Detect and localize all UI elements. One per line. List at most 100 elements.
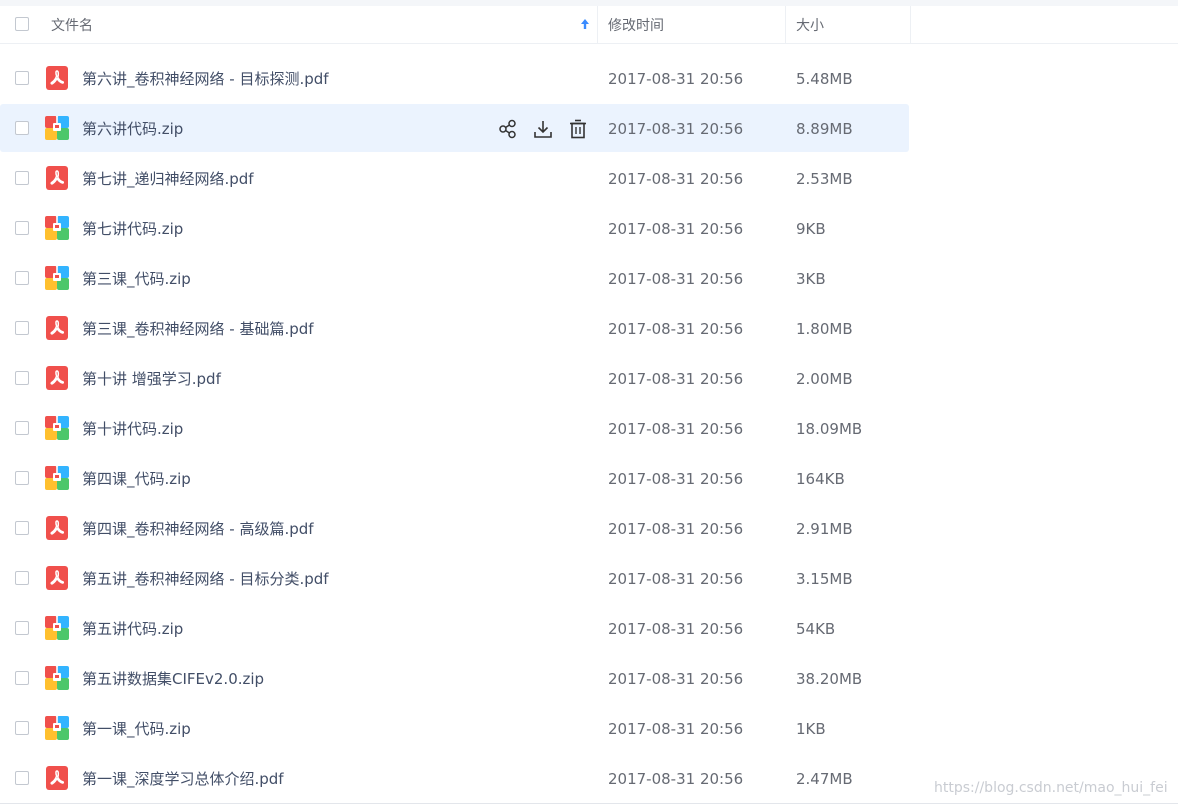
delete-icon[interactable] [567, 118, 589, 140]
file-row[interactable]: 第五讲代码.zip 2017-08-31 20:56 54KB [0, 604, 1178, 654]
pdf-file-icon [46, 316, 68, 340]
file-name[interactable]: 第四课_代码.zip [82, 454, 191, 504]
file-modified-time: 2017-08-31 20:56 [608, 720, 744, 738]
file-row[interactable]: 第三课_代码.zip 2017-08-31 20:56 3KB [0, 254, 1178, 304]
file-row[interactable]: 第五讲数据集CIFEv2.0.zip 2017-08-31 20:56 38.20M… [0, 654, 1178, 704]
file-row[interactable]: 第七讲代码.zip 2017-08-31 20:56 9KB [0, 204, 1178, 254]
file-name[interactable]: 第六讲_卷积神经网络 - 目标探测.pdf [82, 54, 329, 104]
file-row[interactable]: 第一课_深度学习总体介绍.pdf 2017-08-31 20:56 2.47MB [0, 754, 1178, 804]
watermark: https://blog.csdn.net/mao_hui_fei [934, 780, 1168, 796]
file-name[interactable]: 第三课_卷积神经网络 - 基础篇.pdf [82, 304, 314, 354]
file-name[interactable]: 第六讲代码.zip [82, 104, 183, 154]
row-checkbox[interactable] [15, 771, 29, 785]
file-name[interactable]: 第十讲 增强学习.pdf [82, 354, 221, 404]
zip-file-icon [45, 716, 69, 740]
zip-file-icon [45, 666, 69, 690]
file-name[interactable]: 第五讲代码.zip [82, 604, 183, 654]
file-modified-time: 2017-08-31 20:56 [608, 570, 744, 588]
table-header: 文件名 修改时间 大小 [0, 6, 1178, 44]
file-size: 3.15MB [796, 570, 853, 588]
sort-ascending-icon[interactable] [579, 16, 591, 32]
file-size: 1.80MB [796, 320, 853, 338]
file-row[interactable]: 第七讲_递归神经网络.pdf 2017-08-31 20:56 2.53MB [0, 154, 1178, 204]
row-checkbox[interactable] [15, 271, 29, 285]
download-icon[interactable] [532, 118, 554, 140]
row-checkbox[interactable] [15, 371, 29, 385]
zip-file-icon [45, 466, 69, 490]
file-size: 2.47MB [796, 770, 853, 788]
pdf-file-icon [46, 766, 68, 790]
column-divider [910, 6, 911, 43]
file-name[interactable]: 第七讲_递归神经网络.pdf [82, 154, 254, 204]
pdf-file-icon [46, 166, 68, 190]
file-name[interactable]: 第十讲代码.zip [82, 404, 183, 454]
file-modified-time: 2017-08-31 20:56 [608, 620, 744, 638]
row-checkbox[interactable] [15, 721, 29, 735]
file-name[interactable]: 第四课_卷积神经网络 - 高级篇.pdf [82, 504, 314, 554]
file-modified-time: 2017-08-31 20:56 [608, 70, 744, 88]
row-actions [497, 118, 589, 140]
row-checkbox[interactable] [15, 221, 29, 235]
file-modified-time: 2017-08-31 20:56 [608, 370, 744, 388]
file-row[interactable]: 第四课_代码.zip 2017-08-31 20:56 164KB [0, 454, 1178, 504]
file-size: 18.09MB [796, 420, 863, 438]
file-size: 164KB [796, 470, 845, 488]
pdf-file-icon [46, 366, 68, 390]
file-name[interactable]: 第七讲代码.zip [82, 204, 183, 254]
column-header-time[interactable]: 修改时间 [608, 6, 664, 43]
file-row[interactable]: 第十讲代码.zip 2017-08-31 20:56 18.09MB [0, 404, 1178, 454]
file-row[interactable]: 第三课_卷积神经网络 - 基础篇.pdf 2017-08-31 20:56 1.80… [0, 304, 1178, 354]
file-row[interactable]: 第四课_卷积神经网络 - 高级篇.pdf 2017-08-31 20:56 2.91… [0, 504, 1178, 554]
row-checkbox[interactable] [15, 321, 29, 335]
column-divider [785, 6, 786, 43]
row-checkbox[interactable] [15, 521, 29, 535]
pdf-file-icon [46, 66, 68, 90]
file-modified-time: 2017-08-31 20:56 [608, 470, 744, 488]
file-size: 8.89MB [796, 120, 853, 138]
file-size: 3KB [796, 270, 826, 288]
file-modified-time: 2017-08-31 20:56 [608, 520, 744, 538]
file-name[interactable]: 第三课_代码.zip [82, 254, 191, 304]
row-checkbox[interactable] [15, 571, 29, 585]
file-row[interactable]: 第六讲代码.zip 2017-08-31 20:56 8.89MB [0, 104, 1178, 154]
file-modified-time: 2017-08-31 20:56 [608, 320, 744, 338]
file-size: 1KB [796, 720, 826, 738]
row-checkbox[interactable] [15, 421, 29, 435]
zip-file-icon [45, 116, 69, 140]
file-modified-time: 2017-08-31 20:56 [608, 270, 744, 288]
file-row[interactable]: 第六讲_卷积神经网络 - 目标探测.pdf 2017-08-31 20:56 5.4… [0, 54, 1178, 104]
zip-file-icon [45, 616, 69, 640]
file-modified-time: 2017-08-31 20:56 [608, 420, 744, 438]
file-modified-time: 2017-08-31 20:56 [608, 770, 744, 788]
share-icon[interactable] [497, 118, 519, 140]
column-header-name[interactable]: 文件名 [51, 6, 93, 43]
file-name[interactable]: 第五讲数据集CIFEv2.0.zip [82, 654, 264, 704]
row-checkbox[interactable] [15, 471, 29, 485]
row-checkbox[interactable] [15, 71, 29, 85]
row-checkbox[interactable] [15, 171, 29, 185]
row-checkbox[interactable] [15, 671, 29, 685]
zip-file-icon [45, 416, 69, 440]
file-size: 9KB [796, 220, 826, 238]
file-size: 54KB [796, 620, 836, 638]
file-rows: 第六讲_卷积神经网络 - 目标探测.pdf 2017-08-31 20:56 5.4… [0, 54, 1178, 804]
file-row[interactable]: 第十讲 增强学习.pdf 2017-08-31 20:56 2.00MB [0, 354, 1178, 404]
row-checkbox[interactable] [15, 621, 29, 635]
file-size: 2.53MB [796, 170, 853, 188]
row-checkbox[interactable] [15, 121, 29, 135]
select-all-checkbox[interactable] [15, 17, 29, 31]
file-name[interactable]: 第一课_代码.zip [82, 704, 191, 754]
file-modified-time: 2017-08-31 20:56 [608, 220, 744, 238]
file-size: 2.00MB [796, 370, 853, 388]
zip-file-icon [45, 266, 69, 290]
pdf-file-icon [46, 566, 68, 590]
file-row[interactable]: 第五讲_卷积神经网络 - 目标分类.pdf 2017-08-31 20:56 3.1… [0, 554, 1178, 604]
file-name[interactable]: 第一课_深度学习总体介绍.pdf [82, 754, 284, 804]
file-size: 5.48MB [796, 70, 853, 88]
bottom-border [0, 803, 1178, 804]
file-size: 2.91MB [796, 520, 853, 538]
file-row[interactable]: 第一课_代码.zip 2017-08-31 20:56 1KB [0, 704, 1178, 754]
pdf-file-icon [46, 516, 68, 540]
column-header-size[interactable]: 大小 [796, 6, 824, 43]
file-name[interactable]: 第五讲_卷积神经网络 - 目标分类.pdf [82, 554, 329, 604]
